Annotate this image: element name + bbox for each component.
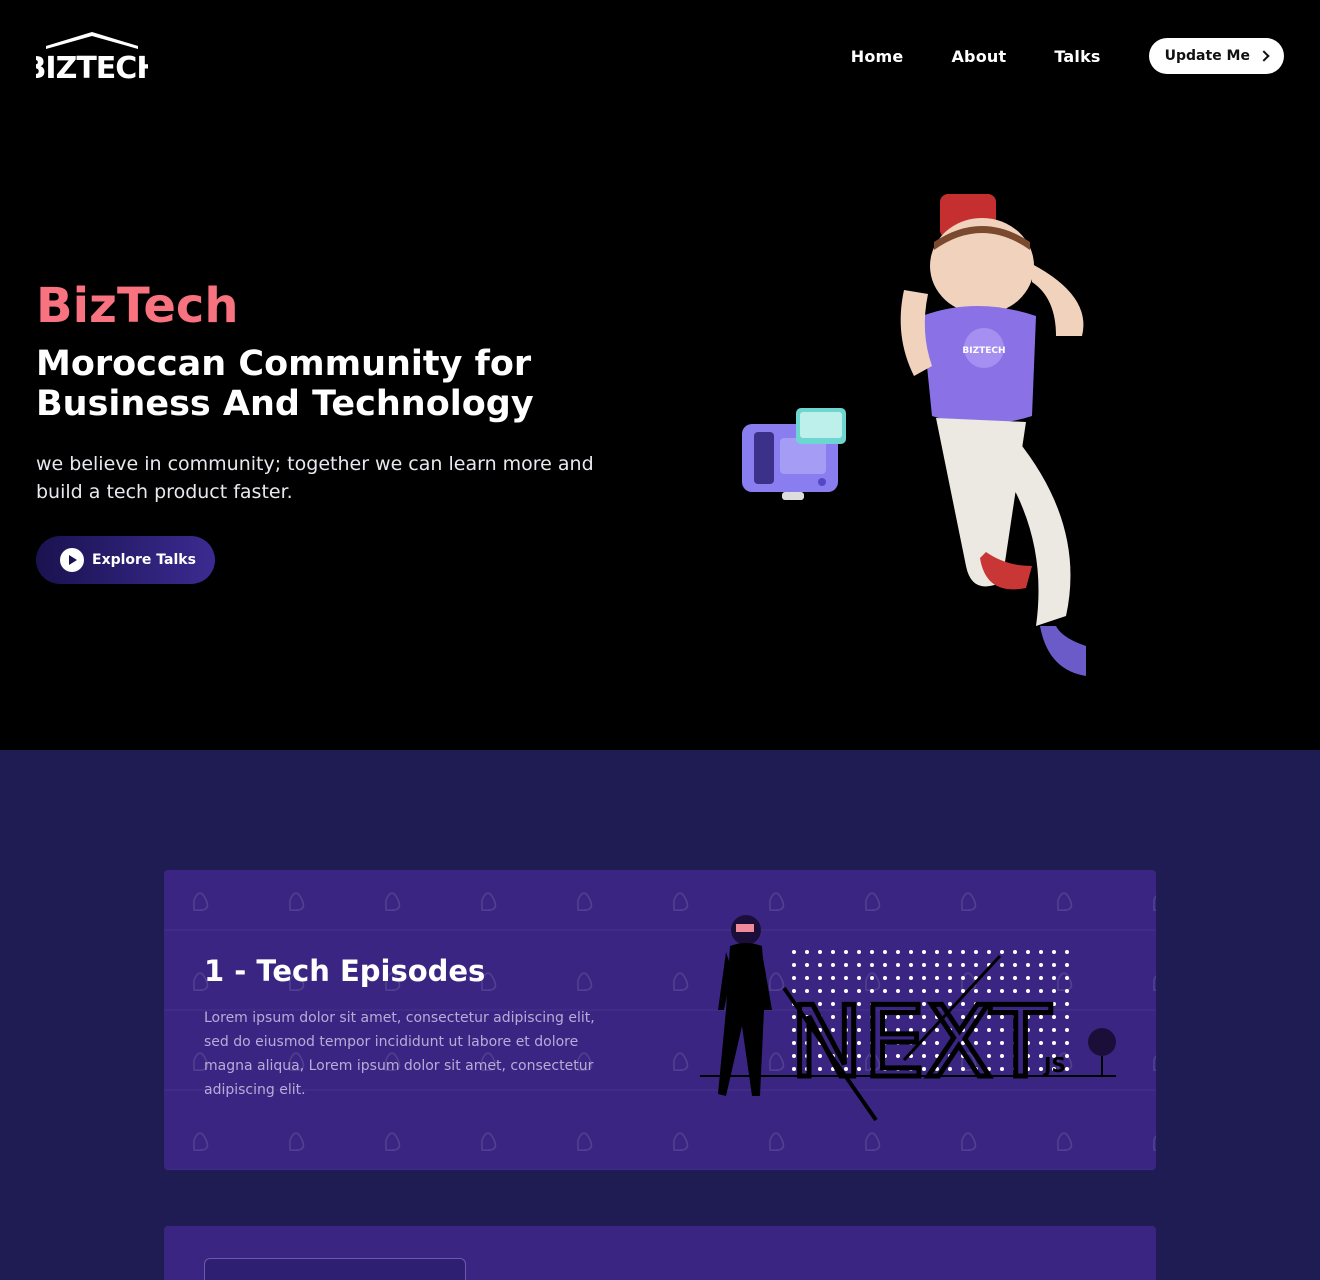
update-me-label: Update Me [1164,48,1250,64]
nextjs-illustration: NEXT JS [700,915,1116,1122]
chevron-right-icon [1258,50,1270,62]
episode-thumbnail [204,1258,466,1280]
episode-card[interactable]: 1 - Tech Episodes Lorem ipsum dolor sit … [164,870,1156,1170]
nav-links: Home About Talks Update Me [851,38,1284,74]
computer-monitor-icon [742,408,846,500]
hero-description: we believe in community; together we can… [36,453,594,503]
top-nav: BIZTECH Home About Talks Update Me [0,0,1320,112]
nav-link-talks[interactable]: Talks [1054,47,1100,66]
nav-link-about[interactable]: About [951,47,1006,66]
explore-talks-label: Explore Talks [92,552,196,568]
svg-text:JS: JS [1042,1053,1066,1077]
update-me-button[interactable]: Update Me [1148,38,1284,74]
play-icon [60,548,84,572]
hero-title: BizTech [36,278,239,334]
woman-figure-icon [718,915,772,1096]
episodes-section: 1 - Tech Episodes Lorem ipsum dolor sit … [0,750,1320,1280]
hero-subtitle: Moroccan Community for Business And Tech… [36,344,534,424]
episode-card[interactable] [164,1226,1156,1280]
svg-text:BIZTECH: BIZTECH [36,51,148,84]
episode-title: 1 - Tech Episodes [204,954,486,988]
biztech-logo[interactable]: BIZTECH [36,30,148,84]
explore-talks-button[interactable]: Explore Talks [36,536,215,584]
episode-description: Lorem ipsum dolor sit amet, consectetur … [204,1010,595,1098]
mascot-figure: BIZTECH [900,194,1086,676]
mascot-illustration: BIZTECH [742,194,1086,676]
svg-text:BIZTECH: BIZTECH [962,346,1005,356]
nav-link-home[interactable]: Home [851,47,904,66]
